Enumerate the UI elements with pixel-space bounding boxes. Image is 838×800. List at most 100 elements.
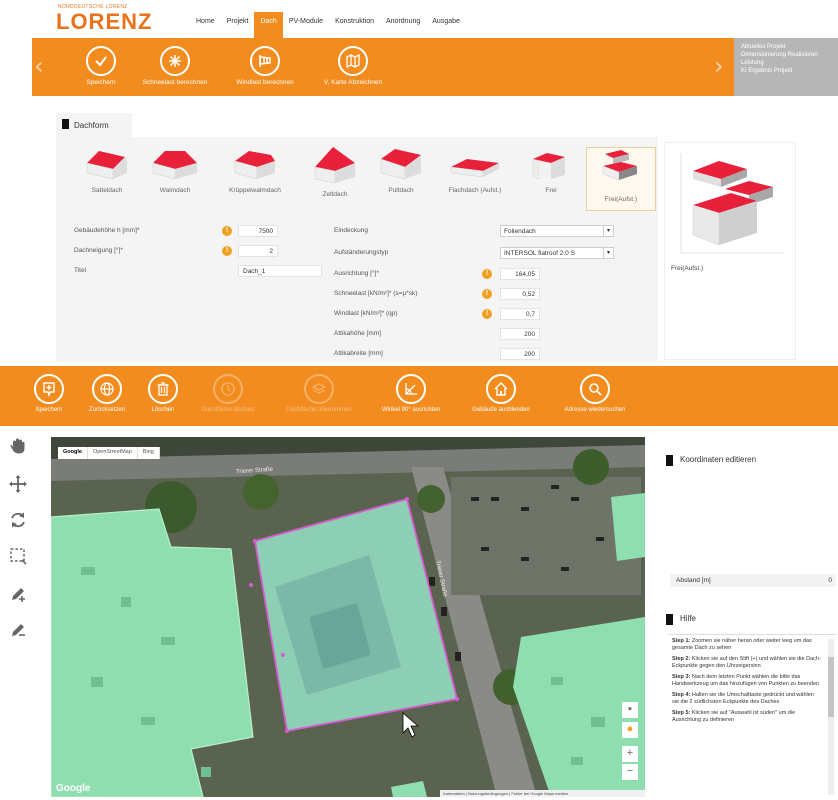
map-type-tabs: Google OpenStreetMap Bing bbox=[58, 447, 160, 459]
roof-walmdach[interactable]: Walmdach bbox=[140, 145, 210, 194]
step-number: Step 1: bbox=[672, 638, 691, 644]
nav-konstruktion[interactable]: Konstruktion bbox=[329, 12, 380, 38]
roof-pultdach[interactable]: Pultdach bbox=[366, 145, 436, 194]
ausrichtung-label: Ausrichtung [°]* bbox=[334, 270, 379, 277]
logo[interactable]: LORENZ bbox=[56, 9, 152, 35]
map-footer[interactable]: Kartendaten | Nutzungsbedingungen | Fehl… bbox=[440, 790, 645, 797]
preview-label: Frei(Aufst.) bbox=[671, 265, 704, 272]
dachneigung-label: Dachneigung [°]* bbox=[74, 247, 123, 254]
hilfe-scrollbar[interactable] bbox=[828, 639, 834, 795]
nav-projekt[interactable]: Projekt bbox=[221, 12, 255, 38]
map-tab-osm[interactable]: OpenStreetMap bbox=[88, 447, 138, 459]
schneelast-label: Schneelast berechnen bbox=[142, 79, 208, 86]
roof-label: Walmdach bbox=[159, 187, 191, 194]
windsock-icon bbox=[250, 46, 280, 76]
schneelast-input[interactable]: 0,52 bbox=[500, 288, 540, 300]
help-step: Step 4: Halten sie die Umschalttaste ged… bbox=[672, 692, 822, 706]
loeschen-button[interactable]: Löschen bbox=[138, 374, 188, 413]
gebaeudehoehe-input[interactable]: 7500 bbox=[238, 225, 278, 237]
schneelast-field-label: Schneelast [kN/m²]* (s=µ*sk) bbox=[334, 290, 418, 297]
speichern-top-label: Speichern bbox=[86, 79, 116, 86]
help-step: Step 2: Klicken sie auf den Stift (+) un… bbox=[672, 656, 822, 670]
dachflaeche-loeschen-button[interactable]: Dachfläche löschen bbox=[190, 374, 266, 413]
step-text: Zoomen sie näher heran oder weiter weg u… bbox=[672, 638, 812, 651]
speichern-map-label: Speichern bbox=[35, 407, 63, 413]
dachform-tab[interactable]: Dachform bbox=[56, 113, 132, 137]
map-tab-bing[interactable]: Bing bbox=[138, 447, 160, 459]
top-toolbar: ‹ › Speichern Schneelast berechnen Windl… bbox=[32, 38, 734, 96]
info-icon[interactable]: ! bbox=[222, 226, 232, 236]
angle-icon bbox=[396, 374, 426, 404]
windlast-button[interactable]: Windlast berechnen bbox=[222, 46, 308, 86]
gebaeudehoehe-label: Gebäudehöhe h [mm]* bbox=[74, 227, 140, 234]
rotate-tool-icon[interactable] bbox=[6, 508, 30, 532]
frei-icon bbox=[532, 153, 565, 180]
google-logo: Google bbox=[56, 783, 91, 794]
roof-frei-aufst[interactable]: Frei(Aufst.) bbox=[586, 147, 656, 211]
app-header: NORDDEUTSCHE LORENZ LORENZ Home Projekt … bbox=[0, 0, 838, 38]
roof-label: Frei bbox=[545, 187, 557, 194]
select-rectangle-icon[interactable] bbox=[6, 544, 30, 568]
info-icon[interactable]: ! bbox=[482, 309, 492, 319]
flachdach-icon bbox=[450, 159, 499, 178]
hand-tool-icon[interactable] bbox=[6, 434, 30, 458]
info-icon[interactable]: ! bbox=[222, 246, 232, 256]
roof-frei[interactable]: Frei bbox=[516, 145, 586, 194]
zoom-out-button[interactable]: − bbox=[622, 764, 638, 780]
attikabreite-input[interactable]: 200 bbox=[500, 348, 540, 360]
walmdach-icon bbox=[152, 151, 197, 180]
nav-home[interactable]: Home bbox=[190, 12, 221, 38]
layers-icon bbox=[304, 374, 334, 404]
kruppelwalmdach-icon bbox=[234, 151, 275, 180]
zoom-in-button[interactable]: + bbox=[622, 746, 638, 762]
step-number: Step 5: bbox=[672, 710, 691, 716]
gebaeude-ausblenden-button[interactable]: Gebäude ausblenden bbox=[458, 374, 544, 413]
titel-input[interactable]: Dach_1 bbox=[238, 265, 322, 277]
karte-abzeichnen-button[interactable]: V. Karte Abzeichnen bbox=[310, 46, 396, 86]
speichern-map-button[interactable]: Speichern bbox=[26, 374, 72, 413]
fullscreen-icon[interactable]: ▪ bbox=[622, 702, 638, 718]
satellite-map[interactable] bbox=[51, 437, 645, 797]
hilfe-steps: Step 1: Zoomen sie näher heran oder weit… bbox=[668, 634, 836, 798]
toolbar-next-icon[interactable]: › bbox=[714, 52, 724, 80]
nav-ausgabe[interactable]: Ausgabe bbox=[426, 12, 466, 38]
abstand-field[interactable]: Abstand [m] 0 bbox=[670, 574, 836, 587]
adresse-suchen-button[interactable]: Adresse wiedersuchen bbox=[550, 374, 640, 413]
roof-kruppelwalmdach[interactable]: Krüppelwalmdach bbox=[220, 145, 290, 194]
roof-zeltdach[interactable]: Zeltdach bbox=[300, 145, 370, 198]
nav-pv-module[interactable]: PV-Module bbox=[283, 12, 329, 38]
nav-anordnung[interactable]: Anordnung bbox=[380, 12, 426, 38]
info-icon[interactable]: ! bbox=[482, 289, 492, 299]
scrollbar-thumb[interactable] bbox=[828, 657, 834, 717]
home-icon bbox=[486, 374, 516, 404]
map-tab-google[interactable]: Google bbox=[58, 447, 88, 459]
dachflaeche-uebernehmen-button[interactable]: Dachfläche übernehmen bbox=[272, 374, 366, 413]
attikahoehe-input[interactable]: 200 bbox=[500, 328, 540, 340]
dachneigung-input[interactable]: 2 bbox=[238, 245, 278, 257]
roof-flachdach[interactable]: Flachdach (Aufst.) bbox=[440, 145, 510, 194]
step-number: Step 3: bbox=[672, 674, 691, 680]
pen-remove-icon[interactable] bbox=[6, 618, 30, 642]
ausrichtung-input[interactable]: 164,05 bbox=[500, 268, 540, 280]
step-text: Klicken sie auf "Auswahl ist süden" um d… bbox=[672, 710, 796, 723]
windlast-label: Windlast berechnen bbox=[236, 79, 294, 86]
info-icon[interactable]: ! bbox=[482, 269, 492, 279]
pegman-icon[interactable]: ● bbox=[622, 722, 638, 738]
aufstaenderung-label: Aufständerungstyp bbox=[334, 249, 389, 256]
schneelast-button[interactable]: Schneelast berechnen bbox=[132, 46, 218, 86]
project-info-line: Aktuelles Projekt bbox=[741, 44, 786, 50]
nav-dach[interactable]: Dach bbox=[254, 12, 283, 38]
pen-add-icon[interactable] bbox=[6, 582, 30, 606]
zuruecksetzen-button[interactable]: Zurücksetzen bbox=[78, 374, 136, 413]
toolbar-prev-icon[interactable]: ‹ bbox=[34, 52, 44, 80]
step-text: Nach dem letzten Punkt wählen die bitte … bbox=[672, 674, 820, 687]
aufstaenderung-select[interactable]: INTERSOL flatroof 2.0 S ▾ bbox=[500, 247, 614, 259]
roof-label: Pultdach bbox=[388, 187, 414, 194]
move-tool-icon[interactable] bbox=[6, 472, 30, 496]
windlast-input[interactable]: 0,7 bbox=[500, 308, 540, 320]
roof-satteldach[interactable]: Satteldach bbox=[72, 145, 142, 194]
step-number: Step 4: bbox=[672, 692, 691, 698]
speichern-top-button[interactable]: Speichern bbox=[72, 46, 130, 86]
eindeckung-select[interactable]: Foliendach ▾ bbox=[500, 225, 614, 237]
winkel-ausrichten-button[interactable]: Winkel 90° ausrichten bbox=[374, 374, 448, 413]
